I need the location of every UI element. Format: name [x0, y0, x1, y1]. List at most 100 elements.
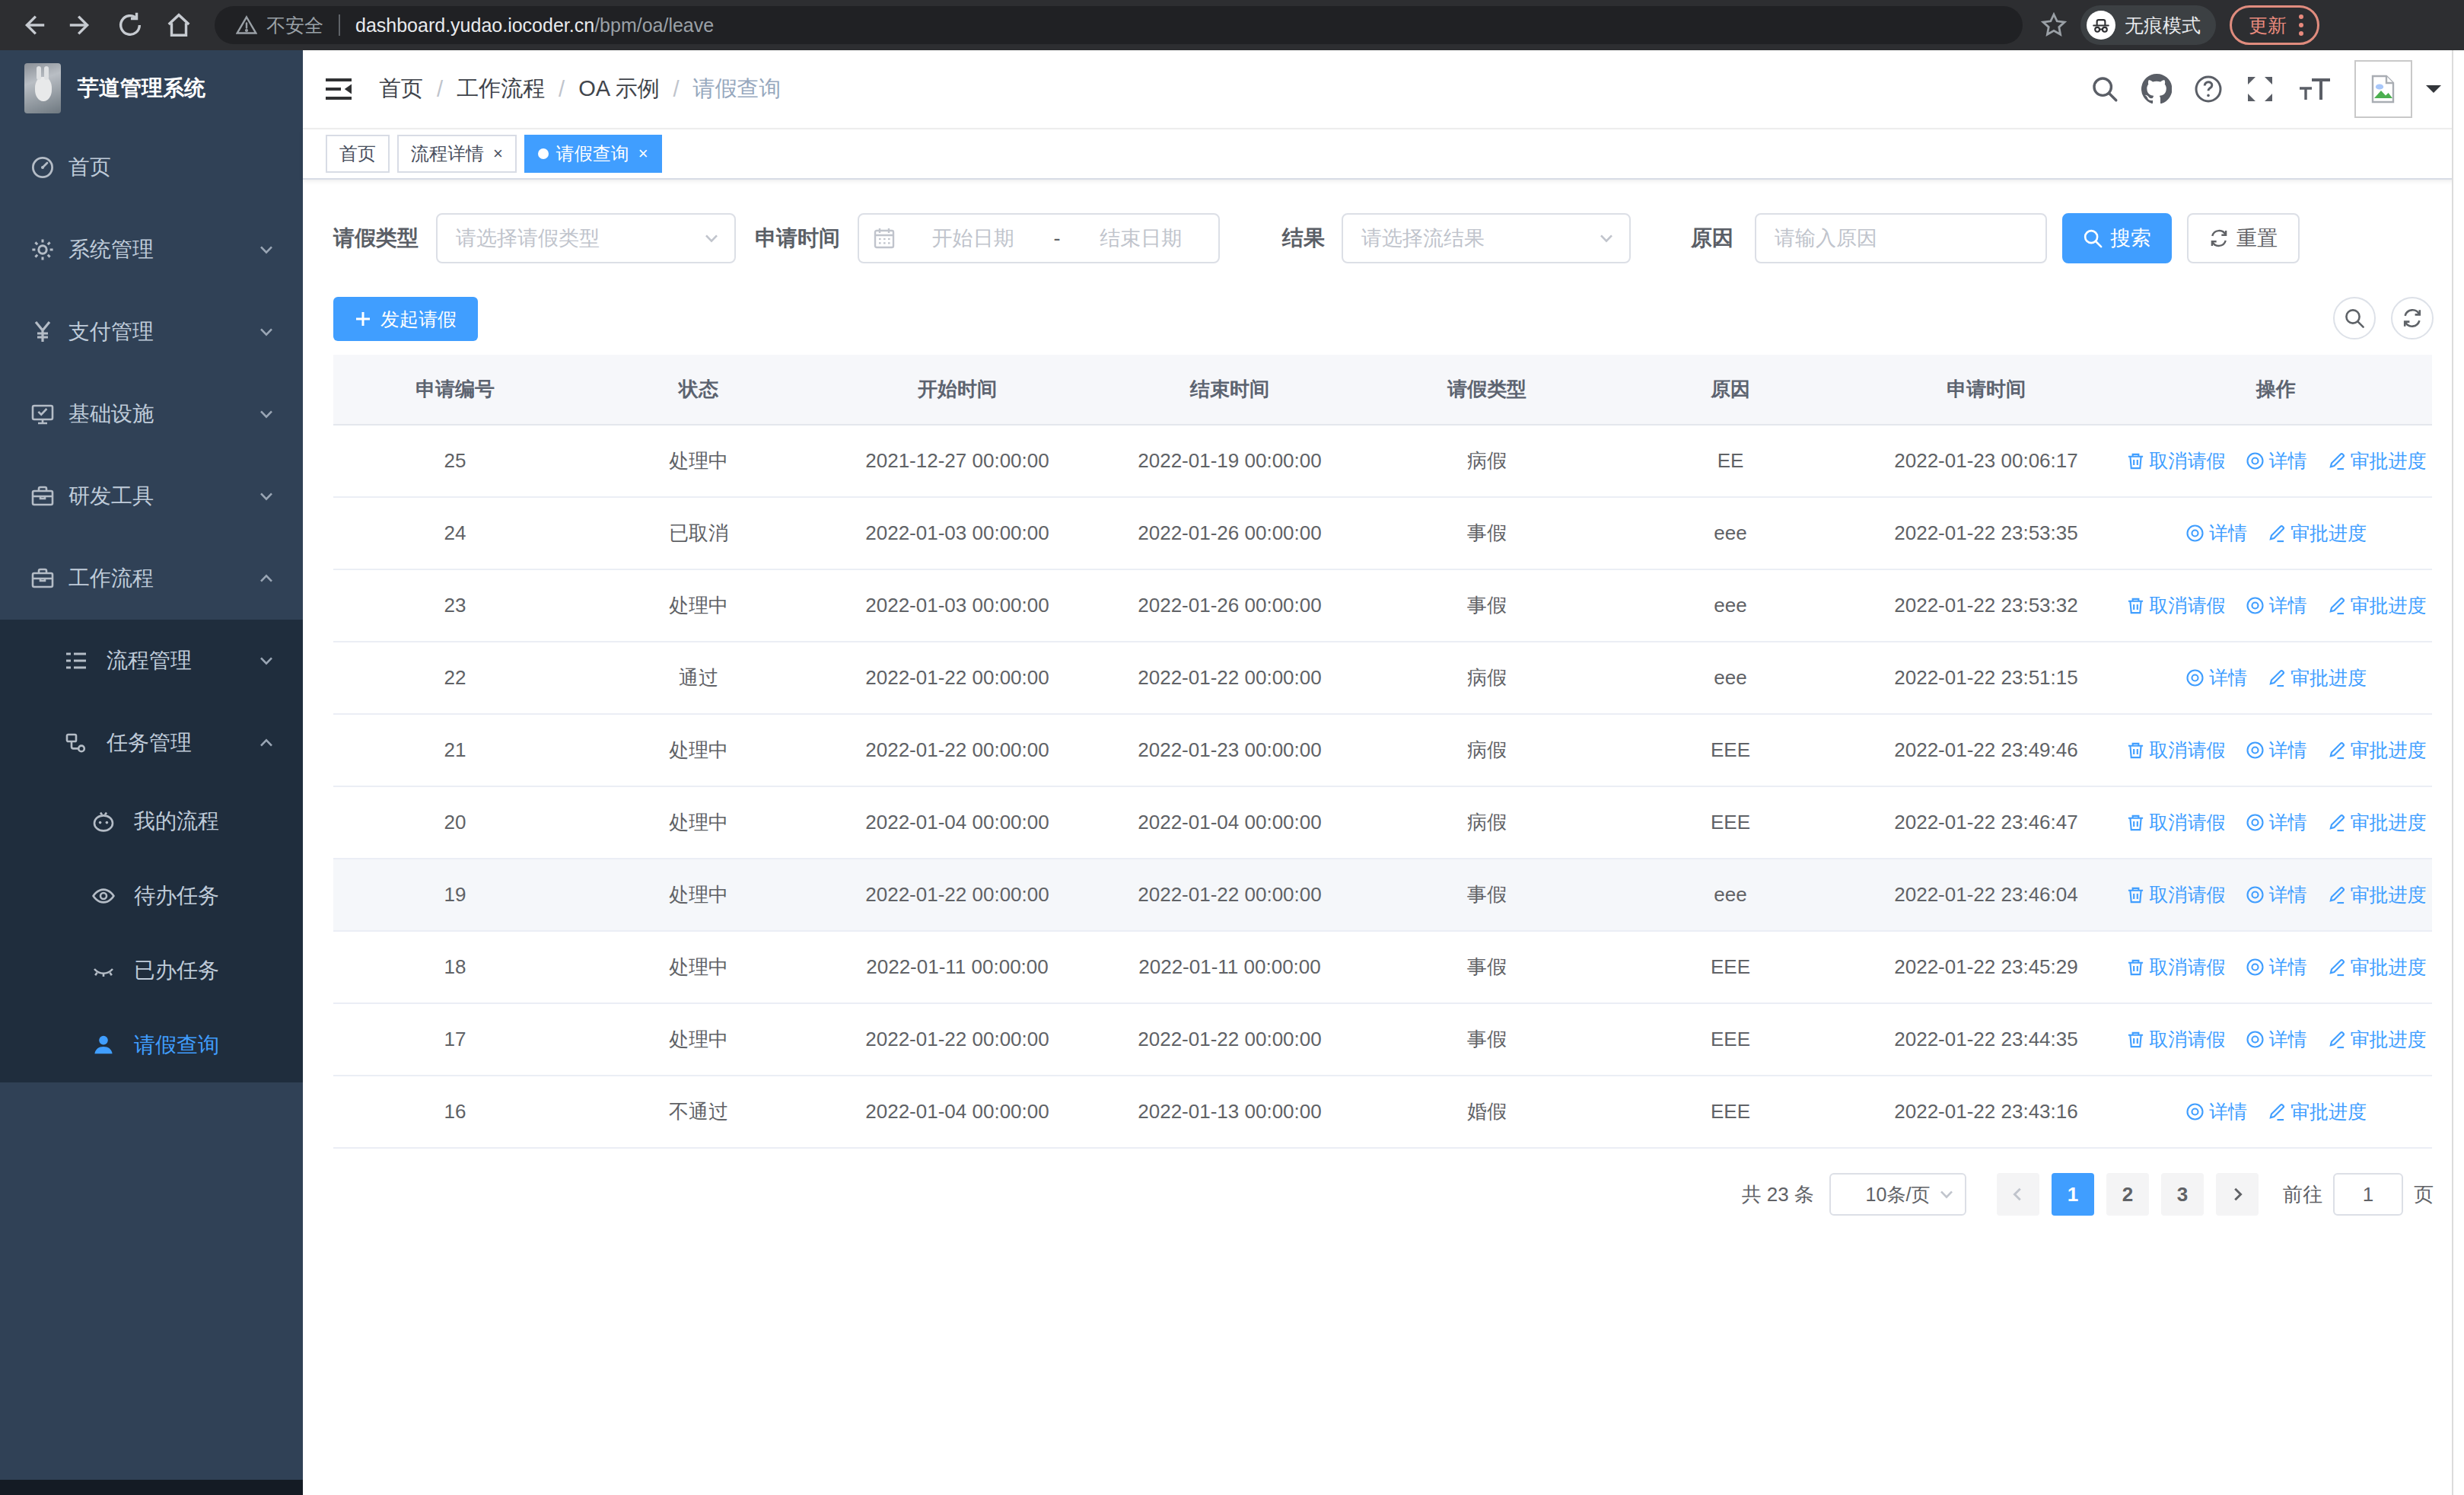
detail-link[interactable]: 详情	[2246, 448, 2307, 473]
reason-input[interactable]: 请输入原因	[1755, 213, 2047, 263]
approval-progress-link[interactable]: 审批进度	[2327, 955, 2427, 980]
cancel-leave-link[interactable]: 取消请假	[2126, 955, 2226, 980]
address-bar[interactable]: 不安全 dashboard.yudao.iocoder.cn/bpm/oa/le…	[215, 6, 2023, 44]
breadcrumb-item[interactable]: 工作流程	[457, 74, 545, 104]
sidebar-item-todo-task[interactable]: 待办任务	[0, 859, 303, 933]
detail-link[interactable]: 详情	[2246, 593, 2307, 618]
browser-scrollbar[interactable]	[2452, 50, 2464, 1495]
sidebar-collapse-bar[interactable]	[0, 1480, 303, 1495]
font-size-icon[interactable]	[2297, 74, 2333, 104]
next-page-button[interactable]	[2216, 1173, 2259, 1216]
detail-link[interactable]: 详情	[2185, 665, 2247, 690]
approval-progress-link[interactable]: 审批进度	[2327, 738, 2427, 763]
close-icon[interactable]: ×	[493, 145, 503, 162]
browser-update-button[interactable]: 更新	[2230, 5, 2319, 45]
sidebar-item-my-process[interactable]: 我的流程	[0, 784, 303, 859]
approval-progress-link[interactable]: 审批进度	[2327, 448, 2427, 473]
approval-progress-link[interactable]: 审批进度	[2267, 521, 2367, 546]
tab-流程详情[interactable]: 流程详情×	[397, 135, 517, 173]
sidebar-fold-icon[interactable]	[326, 78, 352, 100]
detail-link[interactable]: 详情	[2246, 882, 2307, 907]
table-cell: 2022-01-22 23:45:29	[1852, 931, 2120, 1003]
sidebar-item-payment[interactable]: 支付管理	[0, 291, 303, 373]
prev-page-button[interactable]	[1997, 1173, 2039, 1216]
toggle-search-button[interactable]	[2333, 297, 2376, 339]
bookmark-star-icon[interactable]	[2041, 12, 2067, 38]
sidebar-item-process-mgmt[interactable]: 流程管理	[0, 620, 303, 702]
cancel-leave-link[interactable]: 取消请假	[2126, 448, 2226, 473]
trash-icon	[2126, 596, 2145, 615]
sidebar-item-system[interactable]: 系统管理	[0, 209, 303, 291]
leave-type-select[interactable]: 请选择请假类型	[436, 213, 736, 263]
detail-link[interactable]: 详情	[2185, 1099, 2247, 1124]
cancel-leave-link[interactable]: 取消请假	[2126, 882, 2226, 907]
table-cell: 2022-01-22 23:44:35	[1852, 1003, 2120, 1076]
browser-home-icon[interactable]	[164, 11, 193, 40]
approval-progress-link[interactable]: 审批进度	[2327, 1027, 2427, 1052]
page-button-1[interactable]: 1	[2052, 1173, 2094, 1216]
sidebar-item-infra[interactable]: 基础设施	[0, 373, 303, 455]
header-search-icon[interactable]	[2090, 74, 2120, 104]
goto-page-input[interactable]: 1	[2333, 1173, 2403, 1216]
approval-progress-link[interactable]: 审批进度	[2327, 593, 2427, 618]
create-leave-button[interactable]: 发起请假	[333, 297, 478, 341]
sidebar-item-workflow[interactable]: 工作流程	[0, 537, 303, 620]
refresh-button[interactable]	[2391, 297, 2434, 339]
close-icon[interactable]: ×	[638, 145, 648, 162]
approval-progress-link[interactable]: 审批进度	[2267, 1099, 2367, 1124]
page-button-2[interactable]: 2	[2106, 1173, 2149, 1216]
help-icon[interactable]	[2193, 74, 2224, 104]
sidebar-item-task-mgmt[interactable]: 任务管理	[0, 702, 303, 784]
detail-link[interactable]: 详情	[2246, 1027, 2307, 1052]
page-size-select[interactable]: 10条/页	[1829, 1173, 1966, 1216]
approval-progress-link[interactable]: 审批进度	[2267, 665, 2367, 690]
chevron-up-icon	[257, 569, 275, 588]
sidebar-item-devtools[interactable]: 研发工具	[0, 455, 303, 537]
browser-reload-icon[interactable]	[116, 11, 145, 40]
detail-link[interactable]: 详情	[2185, 521, 2247, 546]
search-button[interactable]: 搜索	[2062, 213, 2172, 263]
sidebar-item-leave-query[interactable]: 请假查询	[0, 1008, 303, 1082]
page-button-3[interactable]: 3	[2161, 1173, 2204, 1216]
cancel-leave-link[interactable]: 取消请假	[2126, 810, 2226, 835]
approval-progress-link[interactable]: 审批进度	[2327, 882, 2427, 907]
breadcrumb-item[interactable]: 首页	[379, 74, 423, 104]
tab-首页[interactable]: 首页	[326, 135, 390, 173]
sidebar-item-home[interactable]: 首页	[0, 126, 303, 209]
apply-time-range-picker[interactable]: 开始日期 - 结束日期	[858, 213, 1220, 263]
github-icon[interactable]	[2141, 74, 2172, 104]
avatar-dropdown-caret-icon[interactable]	[2426, 85, 2441, 100]
cancel-leave-link[interactable]: 取消请假	[2126, 1027, 2226, 1052]
user-avatar[interactable]	[2354, 60, 2412, 118]
toolbox-icon	[30, 484, 55, 508]
start-date-placeholder[interactable]: 开始日期	[896, 225, 1051, 252]
user-icon	[91, 1033, 116, 1057]
tags-view: 首页流程详情×请假查询×	[303, 129, 2464, 180]
edit-icon	[2267, 524, 2286, 543]
table-cell: 2022-01-04 00:00:00	[1094, 786, 1365, 859]
reset-button[interactable]: 重置	[2187, 213, 2300, 263]
result-select[interactable]: 请选择流结果	[1342, 213, 1631, 263]
table-cell: 2022-01-23 00:00:00	[1094, 714, 1365, 786]
breadcrumb-item[interactable]: OA 示例	[578, 74, 659, 104]
url-path: /bpm/oa/leave	[594, 14, 714, 37]
table-cell: eee	[1609, 859, 1852, 931]
end-date-placeholder[interactable]: 结束日期	[1064, 225, 1219, 252]
app-logo[interactable]: 芋道管理系统	[0, 50, 303, 126]
detail-link[interactable]: 详情	[2246, 738, 2307, 763]
detail-link[interactable]: 详情	[2246, 955, 2307, 980]
browser-forward-icon[interactable]	[67, 11, 96, 40]
trash-icon	[2126, 885, 2145, 904]
table-cell: 2022-01-11 00:00:00	[1094, 931, 1365, 1003]
browser-menu-icon[interactable]	[2299, 14, 2303, 36]
sidebar-item-done-task[interactable]: 已办任务	[0, 933, 303, 1008]
incognito-icon	[2087, 11, 2115, 40]
cancel-leave-link[interactable]: 取消请假	[2126, 738, 2226, 763]
detail-link[interactable]: 详情	[2246, 810, 2307, 835]
approval-progress-link[interactable]: 审批进度	[2327, 810, 2427, 835]
cancel-leave-link[interactable]: 取消请假	[2126, 593, 2226, 618]
tab-请假查询[interactable]: 请假查询×	[524, 135, 662, 173]
apply-time-label: 申请时间	[755, 213, 840, 263]
fullscreen-icon[interactable]	[2245, 74, 2275, 104]
browser-back-icon[interactable]	[18, 11, 47, 40]
